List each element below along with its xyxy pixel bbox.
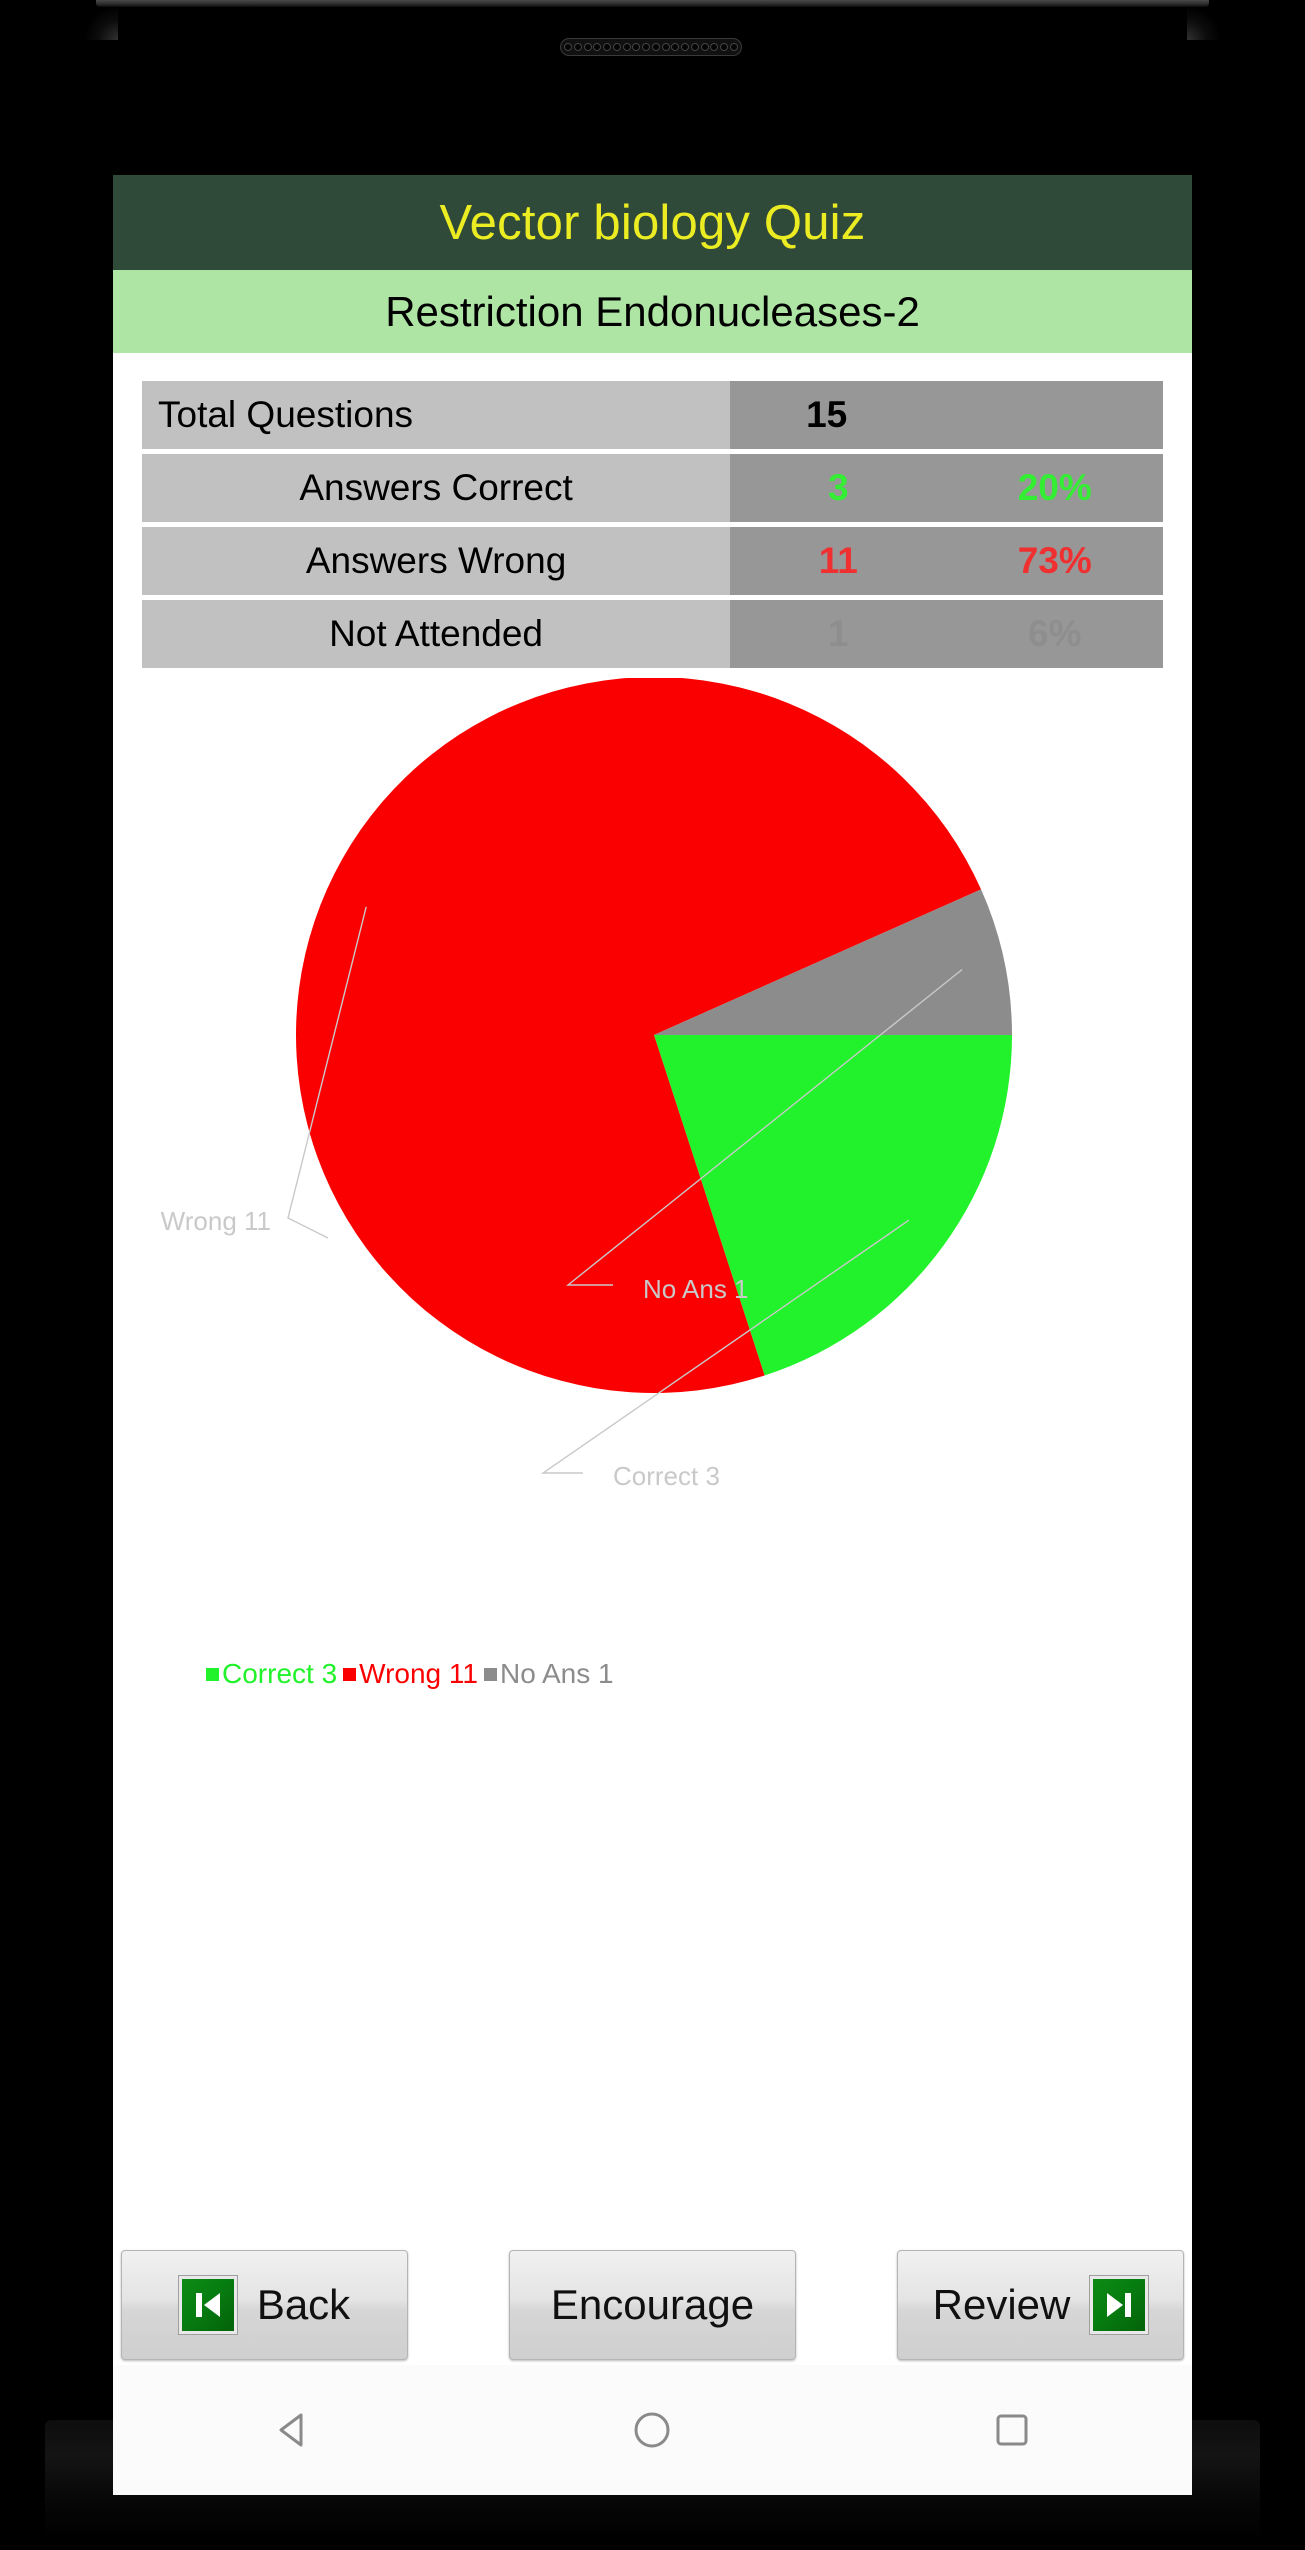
stat-label: Total Questions bbox=[142, 381, 731, 449]
skip-to-start-icon bbox=[177, 2275, 238, 2335]
stat-count: 3 bbox=[828, 467, 849, 508]
speaker-hole bbox=[603, 43, 611, 51]
table-row: Not Attended 1 6% bbox=[142, 600, 1163, 668]
stat-values: 15 bbox=[730, 381, 1163, 449]
legend-label: Wrong 11 bbox=[359, 1658, 478, 1689]
speaker-hole bbox=[612, 43, 621, 51]
chart-legend: Correct 3 Wrong 11 No Ans 1 bbox=[206, 1658, 620, 1690]
skip-to-end-icon bbox=[1089, 2275, 1150, 2335]
table-row: Answers Correct 3 20% bbox=[142, 454, 1163, 522]
legend-item: Correct 3 bbox=[206, 1658, 343, 1690]
action-button-bar: Back Encourage Review bbox=[113, 2245, 1192, 2365]
stat-percent: 6% bbox=[1028, 613, 1082, 654]
app-title: Vector biology Quiz bbox=[439, 195, 866, 250]
review-button[interactable]: Review bbox=[897, 2250, 1184, 2360]
speaker-hole bbox=[622, 43, 631, 51]
legend-label: Correct 3 bbox=[222, 1658, 338, 1689]
app-title-bar: Vector biology Quiz bbox=[113, 175, 1192, 270]
pie-slice-label: Wrong 11 bbox=[161, 1206, 271, 1236]
button-label: Encourage bbox=[550, 2281, 755, 2328]
results-summary-table: Total Questions 15 Answers Correct 3 20% Answ… bbox=[142, 381, 1163, 668]
speaker-hole bbox=[681, 43, 689, 51]
stat-values: 1 6% bbox=[730, 600, 1163, 668]
button-label: Review bbox=[932, 2281, 1071, 2328]
android-back-button[interactable] bbox=[233, 2365, 353, 2495]
device-corner-right bbox=[1187, 0, 1227, 40]
speaker-hole bbox=[720, 43, 728, 51]
speaker-hole bbox=[583, 43, 592, 51]
quiz-subject-bar: Restriction Endonucleases-2 bbox=[113, 270, 1192, 353]
speaker-hole bbox=[642, 43, 650, 51]
encourage-button[interactable]: Encourage bbox=[509, 2250, 796, 2360]
android-navigation-bar bbox=[113, 2365, 1192, 2495]
app-screen: Vector biology Quiz Restriction Endonucl… bbox=[113, 175, 1192, 2495]
device-corner-left bbox=[78, 0, 118, 40]
speaker-hole bbox=[573, 43, 582, 51]
device-top-bezel bbox=[96, 0, 1209, 7]
stat-count: 15 bbox=[806, 394, 848, 435]
stat-count: 11 bbox=[818, 540, 858, 581]
android-home-button[interactable] bbox=[592, 2365, 712, 2495]
legend-swatch bbox=[483, 1667, 497, 1681]
speaker-hole bbox=[564, 43, 572, 51]
legend-swatch bbox=[206, 1667, 219, 1681]
stat-percent: 73% bbox=[1017, 540, 1092, 581]
stat-count: 1 bbox=[828, 613, 849, 654]
button-label: Back bbox=[256, 2281, 351, 2328]
quiz-subject-title: Restriction Endonucleases-2 bbox=[385, 287, 920, 335]
speaker-hole bbox=[593, 43, 602, 51]
pie-slice-label: Correct 3 bbox=[613, 1461, 720, 1491]
stat-label: Answers Correct bbox=[142, 454, 731, 522]
stat-label: Answers Wrong bbox=[142, 527, 731, 595]
legend-label: No Ans 1 bbox=[499, 1658, 614, 1689]
android-home-icon bbox=[634, 2412, 670, 2448]
speaker-hole bbox=[710, 43, 719, 51]
table-row: Answers Wrong 11 73% bbox=[142, 527, 1163, 595]
speaker-grille-icon bbox=[560, 38, 742, 56]
speaker-hole bbox=[671, 43, 680, 51]
stat-values: 3 20% bbox=[730, 454, 1163, 522]
stat-percent: 20% bbox=[1017, 467, 1092, 508]
android-recents-icon bbox=[996, 2414, 1028, 2446]
legend-item: No Ans 1 bbox=[483, 1658, 620, 1690]
pie-slice-label: No Ans 1 bbox=[643, 1274, 749, 1304]
speaker-hole bbox=[690, 43, 699, 51]
speaker-hole bbox=[661, 43, 670, 51]
phone-device: Vector biology Quiz Restriction Endonucl… bbox=[0, 0, 1305, 2550]
stat-values: 11 73% bbox=[730, 527, 1163, 595]
android-back-icon bbox=[279, 2413, 303, 2447]
legend-swatch bbox=[343, 1667, 357, 1681]
speaker-hole bbox=[632, 43, 641, 51]
android-recents-button[interactable] bbox=[952, 2365, 1072, 2495]
back-button[interactable]: Back bbox=[121, 2250, 408, 2360]
results-pie-chart: Correct 3 Wrong 11 No Ans 1 Correct 3 Wrong… bbox=[113, 678, 1192, 1848]
speaker-hole bbox=[700, 43, 709, 51]
legend-item: Wrong 11 bbox=[343, 1658, 484, 1690]
stat-label: Not Attended bbox=[142, 600, 731, 668]
speaker-hole bbox=[729, 43, 738, 51]
table-row: Total Questions 15 bbox=[142, 381, 1163, 449]
speaker-hole bbox=[651, 43, 660, 51]
